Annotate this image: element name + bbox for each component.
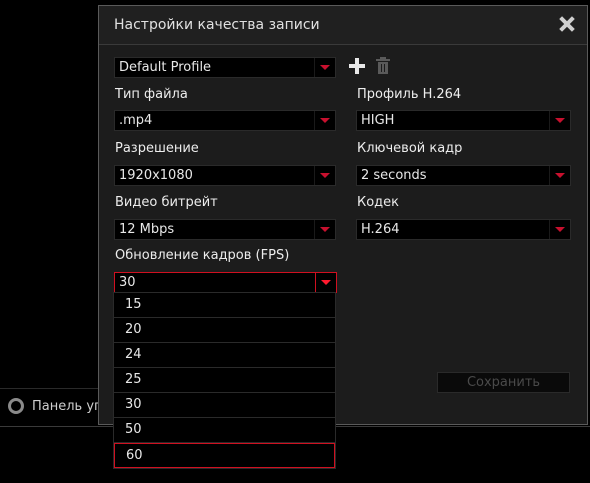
keyframe-value: 2 seconds bbox=[361, 168, 427, 183]
resolution-label: Разрешение bbox=[115, 141, 199, 156]
codec-select[interactable]: H.264 bbox=[356, 219, 571, 240]
fps-select[interactable]: 30 bbox=[114, 272, 337, 293]
control-panel-label: Панель уп bbox=[32, 398, 103, 414]
fps-label: Обновление кадров (FPS) bbox=[115, 248, 290, 263]
h264-profile-value: HIGH bbox=[361, 113, 395, 128]
dialog-title: Настройки качества записи bbox=[114, 17, 320, 33]
fps-value: 30 bbox=[119, 275, 136, 290]
divider bbox=[0, 388, 98, 389]
fps-option[interactable]: 15 bbox=[114, 293, 335, 318]
resolution-value: 1920x1080 bbox=[119, 168, 193, 183]
video-bitrate-label: Видео битрейт bbox=[115, 195, 218, 210]
fps-option-selected[interactable]: 60 bbox=[114, 443, 335, 468]
control-panel-link[interactable]: Панель уп bbox=[8, 398, 103, 414]
fps-option[interactable]: 20 bbox=[114, 318, 335, 343]
chevron-down-icon bbox=[320, 173, 330, 178]
fps-dropdown-list: 15 20 24 25 30 50 60 bbox=[113, 292, 336, 469]
video-bitrate-select[interactable]: 12 Mbps bbox=[114, 219, 336, 240]
plus-icon[interactable] bbox=[349, 58, 365, 74]
h264-profile-select[interactable]: HIGH bbox=[356, 110, 571, 131]
file-type-select[interactable]: .mp4 bbox=[114, 110, 336, 131]
chevron-down-icon bbox=[320, 65, 330, 70]
fps-option[interactable]: 25 bbox=[114, 368, 335, 393]
close-icon[interactable] bbox=[557, 14, 577, 34]
chevron-down-icon bbox=[320, 227, 330, 232]
profile-select[interactable]: Default Profile bbox=[114, 57, 336, 78]
dialog-header: Настройки качества записи bbox=[99, 6, 587, 45]
resolution-select[interactable]: 1920x1080 bbox=[114, 165, 336, 186]
trash-icon[interactable] bbox=[376, 57, 390, 74]
gear-icon bbox=[8, 398, 24, 414]
keyframe-label: Ключевой кадр bbox=[357, 141, 463, 156]
save-button[interactable]: Сохранить bbox=[437, 372, 570, 393]
chevron-down-icon bbox=[555, 227, 565, 232]
codec-value: H.264 bbox=[361, 222, 400, 237]
chevron-down-icon bbox=[555, 173, 565, 178]
chevron-down-icon bbox=[320, 118, 330, 123]
keyframe-select[interactable]: 2 seconds bbox=[356, 165, 571, 186]
profile-value: Default Profile bbox=[119, 60, 212, 75]
fps-option[interactable]: 50 bbox=[114, 418, 335, 443]
h264-profile-label: Профиль H.264 bbox=[357, 87, 462, 102]
video-bitrate-value: 12 Mbps bbox=[119, 222, 175, 237]
fps-option[interactable]: 24 bbox=[114, 343, 335, 368]
chevron-down-icon bbox=[321, 280, 331, 285]
file-type-value: .mp4 bbox=[119, 113, 153, 128]
codec-label: Кодек bbox=[357, 195, 400, 210]
chevron-down-icon bbox=[555, 118, 565, 123]
fps-option[interactable]: 30 bbox=[114, 393, 335, 418]
file-type-label: Тип файла bbox=[115, 87, 188, 102]
